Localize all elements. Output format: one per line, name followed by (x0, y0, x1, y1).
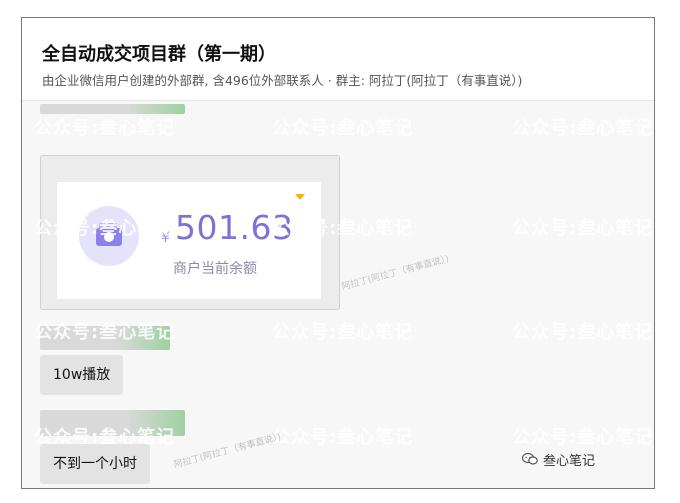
watermark-text: 公众号:叁心笔记 (512, 218, 654, 239)
diagonal-watermark: 阿拉丁(阿拉丁（有事直说）) (172, 432, 283, 471)
watermark-text: 公众号:叁心笔记 (512, 322, 654, 343)
wechat-official-account-icon (522, 452, 538, 465)
watermark-text: 公众号:叁心笔记 (512, 118, 654, 139)
balance-panel: ¥ 501.63 商户当前余额 (57, 182, 321, 299)
watermark-text: 公众号:叁心笔记 (272, 118, 414, 139)
plays-button[interactable]: 10w播放 (40, 355, 124, 395)
watermark-text: 公众号:叁心笔记 (34, 118, 176, 139)
message-strip-top (40, 104, 185, 114)
watermark-text: 公众号:叁心笔记 (34, 322, 176, 343)
group-header: 全自动成交项目群（第一期） 由企业微信用户创建的外部群, 含496位外部联系人 … (22, 18, 654, 100)
group-subtitle: 由企业微信用户创建的外部群, 含496位外部联系人 · 群主: 阿拉丁(阿拉丁（… (42, 73, 523, 88)
dropdown-arrow-icon (295, 194, 305, 200)
balance-label: 商户当前余额 (173, 261, 257, 277)
time-button[interactable]: 不到一个小时 (40, 444, 150, 484)
group-title: 全自动成交项目群（第一期） (42, 44, 276, 65)
chat-window: 全自动成交项目群（第一期） 由企业微信用户创建的外部群, 含496位外部联系人 … (21, 17, 655, 489)
header-divider (22, 100, 654, 101)
diagonal-watermark: 阿拉丁(阿拉丁（有事直说）) (340, 254, 451, 293)
watermark-text: 公众号:叁心笔记 (512, 427, 654, 448)
watermark-text: 公众号:叁心笔记 (272, 218, 414, 239)
watermark-text: 公众号:叁心笔记 (272, 322, 414, 343)
watermark-text: 公众号:叁心笔记 (272, 427, 414, 448)
brand-label: 叁心笔记 (543, 454, 596, 469)
watermark-text: 公众号:叁心笔记 (34, 218, 176, 239)
